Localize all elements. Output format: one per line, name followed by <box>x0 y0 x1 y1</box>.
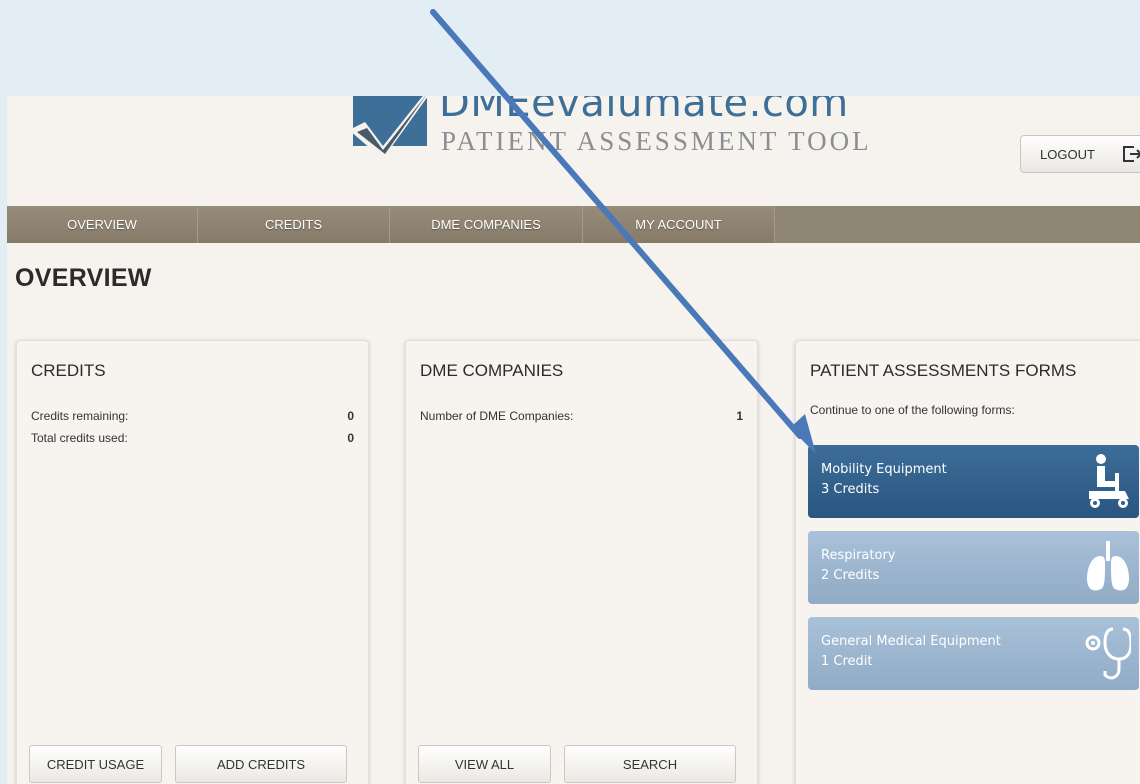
row-label: Number of DME Companies: <box>420 409 574 423</box>
logo-wordmark: DMEevalumate.com <box>439 96 849 126</box>
dme-panel-title: DME COMPANIES <box>420 361 564 380</box>
logout-icon <box>1123 146 1140 162</box>
credits-remaining-row: Credits remaining: 0 <box>31 409 354 423</box>
row-label: Credits remaining: <box>31 409 129 423</box>
credit-usage-button[interactable]: CREDIT USAGE <box>29 745 162 783</box>
lungs-icon <box>1087 541 1129 591</box>
main-nav: OVERVIEW CREDITS DME COMPANIES MY ACCOUN… <box>7 206 1140 243</box>
dme-companies-panel: DME COMPANIES Number of DME Companies: 1… <box>405 340 758 784</box>
logout-button[interactable]: LOGOUT <box>1020 135 1140 173</box>
app-window: DMEevalumate.com PATIENT ASSESSMENT TOOL… <box>7 96 1140 784</box>
credits-panel: CREDITS Credits remaining: 0 Total credi… <box>16 340 369 784</box>
search-button[interactable]: SEARCH <box>564 745 736 783</box>
forms-panel-title: PATIENT ASSESSMENTS FORMS <box>810 361 1077 380</box>
view-all-button[interactable]: VIEW ALL <box>418 745 551 783</box>
logout-label: LOGOUT <box>1040 146 1095 162</box>
form-card-respiratory[interactable]: Respiratory 2 Credits <box>808 531 1139 604</box>
row-value: 0 <box>347 431 354 445</box>
logo-tagline: PATIENT ASSESSMENT TOOL <box>441 126 872 156</box>
form-card-general-medical-equipment[interactable]: General Medical Equipment 1 Credit <box>808 617 1139 690</box>
mobility-scooter-icon <box>1089 454 1129 508</box>
page-title: OVERVIEW <box>15 264 152 292</box>
row-value: 1 <box>736 409 743 423</box>
form-card-mobility-equipment[interactable]: Mobility Equipment 3 Credits <box>808 445 1139 518</box>
dme-company-count-row: Number of DME Companies: 1 <box>420 409 743 423</box>
checkmark-logo-icon <box>349 96 429 156</box>
forms-intro-text: Continue to one of the following forms: <box>810 403 1015 417</box>
nav-tab-overview[interactable]: OVERVIEW <box>7 206 198 243</box>
nav-tab-my-account[interactable]: MY ACCOUNT <box>583 206 775 243</box>
nav-tab-credits[interactable]: CREDITS <box>198 206 390 243</box>
credits-panel-title: CREDITS <box>31 361 106 380</box>
assessment-forms-panel: PATIENT ASSESSMENTS FORMS Continue to on… <box>795 340 1140 784</box>
row-label: Total credits used: <box>31 431 128 445</box>
row-value: 0 <box>347 409 354 423</box>
logo[interactable]: DMEevalumate.com PATIENT ASSESSMENT TOOL <box>349 96 889 166</box>
total-credits-used-row: Total credits used: 0 <box>31 431 354 445</box>
stethoscope-icon <box>1085 627 1131 680</box>
add-credits-button[interactable]: ADD CREDITS <box>175 745 347 783</box>
nav-tab-dme-companies[interactable]: DME COMPANIES <box>390 206 583 243</box>
